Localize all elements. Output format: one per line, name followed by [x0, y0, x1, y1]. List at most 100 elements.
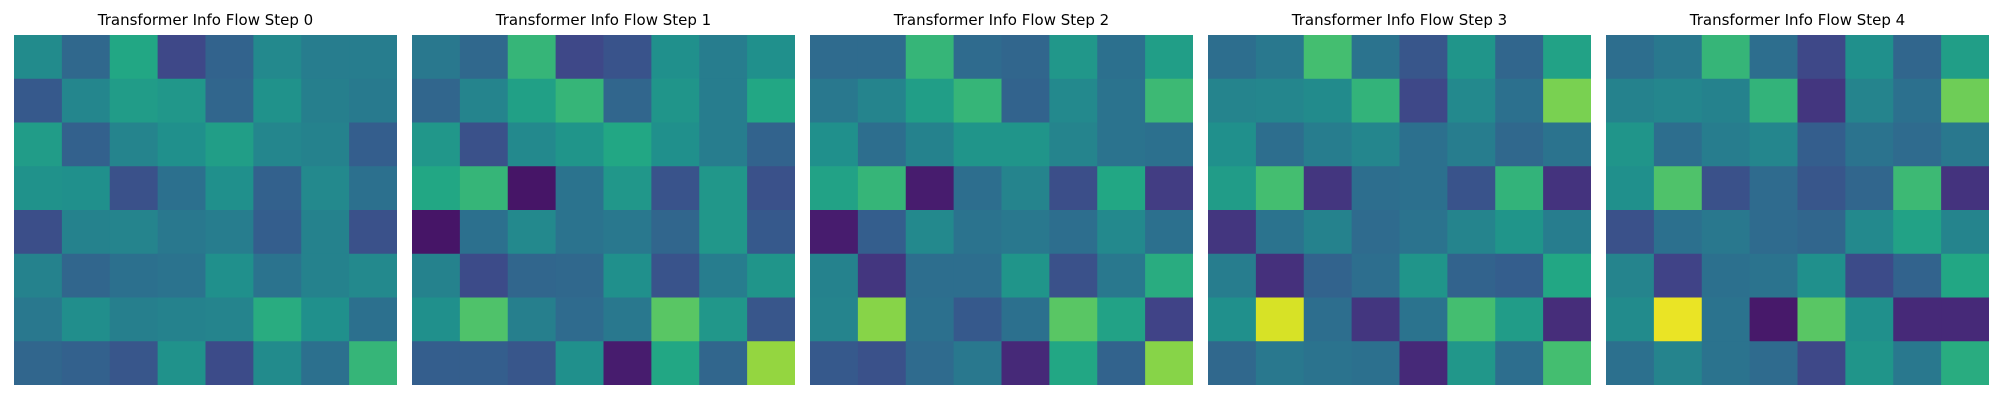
- heatmap-cell-r7-c2: [1303, 341, 1353, 385]
- heatmap-cell-r7-c1: [1653, 341, 1703, 385]
- heatmap-cell-r4-c1: [857, 210, 907, 255]
- heatmap-cell-r7-c4: [205, 341, 254, 385]
- heatmap-cell-r4-c0: [14, 210, 63, 255]
- heatmap-cell-r0-c5: [1049, 35, 1098, 80]
- heatmap-cell-r7-c7: [1145, 341, 1193, 385]
- chart-title: Transformer Info Flow Step 2: [893, 11, 1110, 29]
- heatmap-cell-r7-c5: [1447, 341, 1496, 385]
- heatmap-cell-r5-c1: [459, 253, 509, 299]
- heatmap-cell-r5-c3: [953, 253, 1003, 299]
- heatmap-cell-r7-c0: [1606, 341, 1655, 385]
- heatmap-cell-r7-c6: [1495, 341, 1544, 385]
- heatmap-cell-r7-c1: [1255, 341, 1305, 385]
- heatmap-cell-r4-c4: [1399, 210, 1448, 255]
- heatmap-cell-r5-c1: [1653, 253, 1703, 299]
- heatmap-cell-r3-c0: [412, 166, 461, 211]
- heatmap-cell-r6-c2: [1701, 297, 1751, 342]
- heatmap-cell-r4-c7: [747, 210, 795, 255]
- heatmap-cell-r0-c5: [1845, 35, 1894, 80]
- heatmap-cell-r0-c4: [205, 35, 254, 80]
- heatmap-cell-r5-c6: [301, 253, 350, 299]
- heatmap-cell-r4-c0: [810, 210, 859, 255]
- heatmap-cell-r3-c2: [507, 166, 557, 211]
- heatmap-cell-r1-c2: [1701, 78, 1751, 124]
- heatmap-cell-r7-c0: [810, 341, 859, 385]
- heatmap-cell-r4-c6: [1097, 210, 1146, 255]
- heatmap-cell-r0-c0: [810, 35, 859, 80]
- heatmap-cell-r1-c0: [810, 78, 859, 124]
- heatmap-cell-r5-c3: [1351, 253, 1401, 299]
- heatmap-cell-r4-c7: [1543, 210, 1591, 255]
- heatmap-cell-r3-c7: [1543, 166, 1591, 211]
- heatmap-cell-r7-c4: [603, 341, 652, 385]
- chart-title: Transformer Info Flow Step 3: [1291, 11, 1508, 29]
- heatmap-cell-r1-c2: [1303, 78, 1353, 124]
- heatmap-cell-r2-c5: [1447, 122, 1496, 167]
- heatmap-cell-r5-c4: [205, 253, 254, 299]
- heatmap-cell-r6-c0: [1208, 297, 1257, 342]
- heatmap-cell-r1-c5: [1049, 78, 1098, 124]
- heatmap-cell-r6-c5: [651, 297, 700, 342]
- heatmap-cell-r5-c6: [1495, 253, 1544, 299]
- heatmap-cell-r5-c3: [1749, 253, 1799, 299]
- heatmap-cell-r5-c4: [1399, 253, 1448, 299]
- heatmap-cell-r2-c4: [1797, 122, 1846, 167]
- heatmap-cell-r4-c5: [253, 210, 302, 255]
- heatmap-cell-r5-c3: [555, 253, 605, 299]
- heatmap-cell-r6-c5: [1049, 297, 1098, 342]
- heatmap-cell-r6-c0: [412, 297, 461, 342]
- heatmap-cell-r7-c6: [1893, 341, 1942, 385]
- heatmap-cell-r7-c3: [1749, 341, 1799, 385]
- heatmap-cell-r4-c6: [1495, 210, 1544, 255]
- heatmap-cell-r1-c2: [109, 78, 159, 124]
- heatmap-cell-r0-c3: [1749, 35, 1799, 80]
- heatmap-cell-r3-c1: [61, 166, 111, 211]
- heatmap-cell-r0-c5: [253, 35, 302, 80]
- heatmap-cell-r2-c7: [349, 122, 397, 167]
- heatmap-cell-r6-c3: [1351, 297, 1401, 342]
- heatmap-cell-r3-c7: [349, 166, 397, 211]
- heatmap-cell-r5-c4: [603, 253, 652, 299]
- heatmap-cell-r4-c0: [1606, 210, 1655, 255]
- heatmap-cell-r1-c2: [905, 78, 955, 124]
- heatmap-cell-r3-c4: [1001, 166, 1050, 211]
- heatmap-cell-r0-c6: [699, 35, 748, 80]
- heatmap-cell-r2-c0: [14, 122, 63, 167]
- heatmap-cell-r5-c5: [253, 253, 302, 299]
- heatmap-cell-r3-c5: [651, 166, 700, 211]
- heatmap-cell-r0-c3: [555, 35, 605, 80]
- heatmap-cell-r5-c4: [1001, 253, 1050, 299]
- heatmap-cell-r3-c2: [109, 166, 159, 211]
- heatmap-cell-r0-c0: [1606, 35, 1655, 80]
- heatmap-cell-r0-c4: [1797, 35, 1846, 80]
- heatmap-cell-r1-c5: [253, 78, 302, 124]
- heatmap-cell-r0-c4: [1001, 35, 1050, 80]
- heatmap-cell-r1-c1: [459, 78, 509, 124]
- heatmap-cell-r2-c2: [507, 122, 557, 167]
- heatmap-cell-r3-c3: [1351, 166, 1401, 211]
- heatmap-cell-r6-c7: [1145, 297, 1193, 342]
- heatmap-cell-r6-c4: [603, 297, 652, 342]
- heatmap-cell-r5-c5: [1447, 253, 1496, 299]
- heatmap-cell-r2-c5: [253, 122, 302, 167]
- heatmap-panel-step-0: Transformer Info Flow Step 0: [14, 0, 397, 400]
- heatmap-cell-r7-c0: [412, 341, 461, 385]
- heatmap-cell-r5-c7: [1543, 253, 1591, 299]
- heatmap-cell-r3-c2: [1701, 166, 1751, 211]
- heatmap-cell-r3-c6: [301, 166, 350, 211]
- heatmap-cell-r6-c1: [1653, 297, 1703, 342]
- heatmap-cell-r7-c5: [1845, 341, 1894, 385]
- heatmap-cell-r4-c2: [507, 210, 557, 255]
- heatmap-cell-r5-c1: [857, 253, 907, 299]
- heatmap-cell-r3-c1: [857, 166, 907, 211]
- heatmap-panel-step-2: Transformer Info Flow Step 2: [810, 0, 1193, 400]
- heatmap-cell-r1-c4: [205, 78, 254, 124]
- heatmap-cell-r0-c7: [1145, 35, 1193, 80]
- heatmap-cell-r0-c7: [349, 35, 397, 80]
- heatmap-cell-r4-c5: [1049, 210, 1098, 255]
- heatmap-cell-r4-c7: [1941, 210, 1989, 255]
- heatmap-cell-r6-c5: [253, 297, 302, 342]
- heatmap-cell-r7-c3: [157, 341, 207, 385]
- heatmap-cell-r4-c1: [61, 210, 111, 255]
- heatmap-cell-r3-c4: [1797, 166, 1846, 211]
